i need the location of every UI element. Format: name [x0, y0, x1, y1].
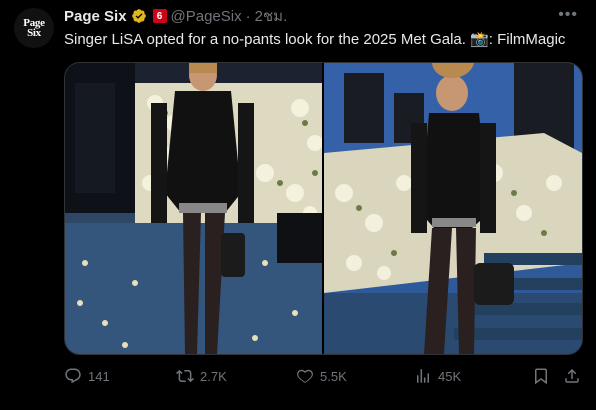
tweet[interactable]: Page Six Page Six 6 @PageSix · 2ชม. ••• … [0, 0, 596, 410]
right-photo-image [324, 63, 582, 354]
reply-button[interactable]: 141 [64, 367, 110, 385]
separator-dot: · [245, 7, 251, 25]
verified-badge-icon [131, 9, 146, 23]
media-photo-left[interactable] [65, 63, 322, 354]
account-name[interactable]: Page Six [64, 8, 127, 25]
avatar[interactable]: Page Six [14, 8, 54, 48]
repost-icon [176, 369, 194, 383]
tweet-header: Page Six 6 @PageSix · 2ชม. [64, 6, 287, 26]
reply-icon [65, 368, 81, 384]
heart-icon [297, 369, 313, 383]
like-count: 5.5K [320, 368, 347, 384]
affiliate-badge[interactable]: 6 [152, 9, 167, 23]
repost-count: 2.7K [200, 368, 227, 384]
repost-button[interactable]: 2.7K [176, 367, 227, 385]
bookmark-icon [535, 368, 547, 385]
left-photo-image [65, 63, 322, 354]
bookmark-button[interactable] [532, 367, 550, 385]
views-icon [417, 369, 429, 383]
reply-count: 141 [88, 368, 110, 384]
action-bar: 141 2.7K 5.5K 45K [64, 366, 581, 386]
views-button[interactable]: 45K [414, 367, 461, 385]
share-icon [565, 368, 579, 383]
share-button[interactable] [563, 367, 581, 385]
avatar-text-line2: Six [27, 27, 41, 39]
tweet-text: Singer LiSA opted for a no-pants look fo… [64, 31, 566, 48]
account-handle[interactable]: @PageSix [171, 8, 242, 25]
post-time[interactable]: 2ชม. [255, 4, 288, 28]
more-icon[interactable]: ••• [558, 6, 578, 24]
media-grid [64, 62, 583, 355]
views-count: 45K [438, 368, 462, 384]
like-button[interactable]: 5.5K [296, 367, 347, 385]
media-photo-right[interactable] [324, 63, 582, 354]
